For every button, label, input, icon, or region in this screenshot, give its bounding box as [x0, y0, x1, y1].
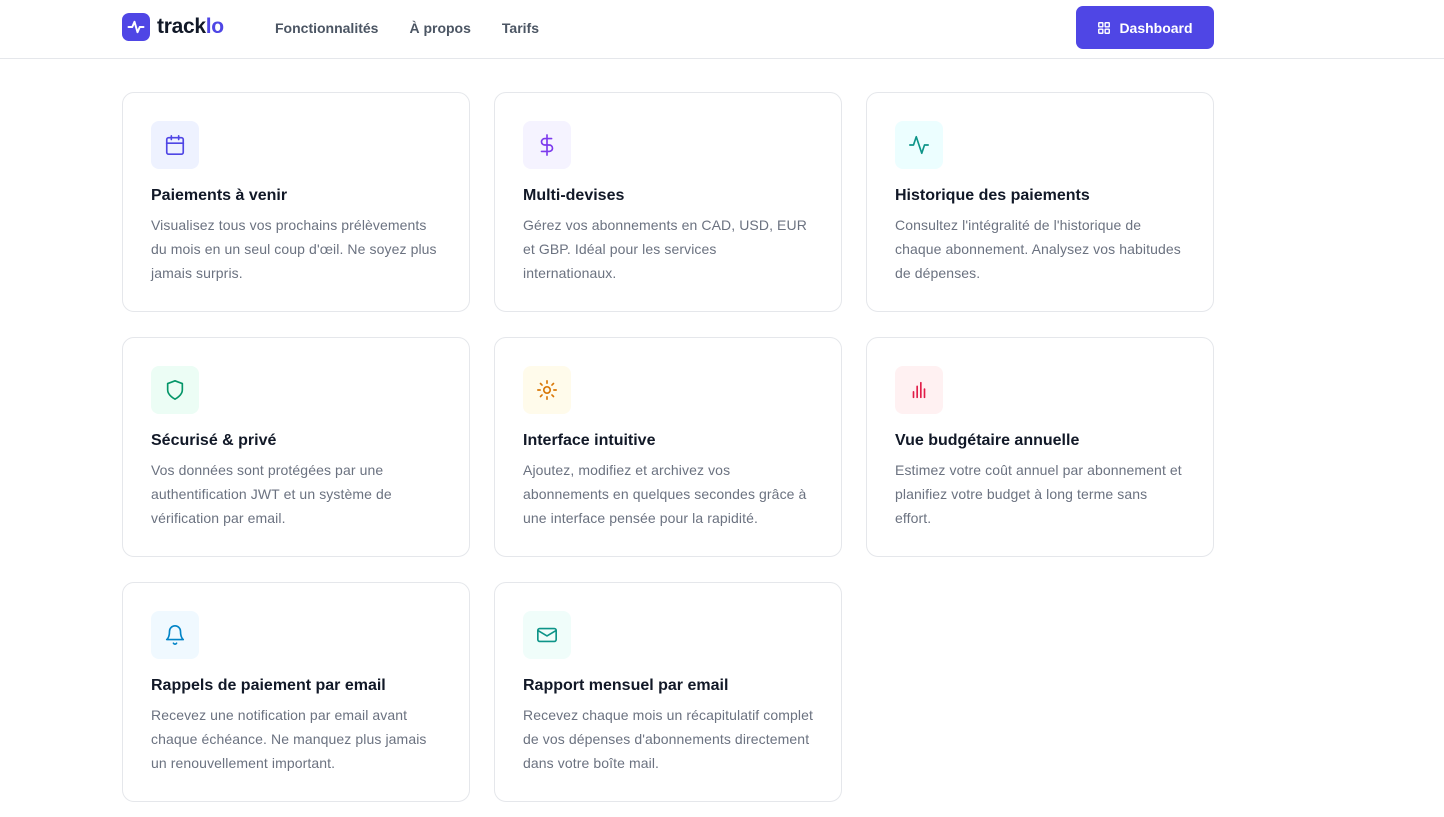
feature-title: Paiements à venir: [151, 187, 288, 204]
nav-links: Fonctionnalités À propos Tarifs: [275, 19, 570, 37]
feature-card-secure: Sécurisé & privé Vos données sont protég…: [122, 337, 470, 557]
sun-icon: [537, 380, 557, 400]
activity-icon: [909, 135, 929, 155]
feature-description: Estimez votre coût annuel par abonnement…: [895, 462, 1182, 526]
brand-name-part-b: lo: [205, 15, 224, 38]
feature-title: Rapport mensuel par email: [523, 677, 729, 694]
feature-icon-box: [895, 366, 943, 414]
dashboard-button[interactable]: Dashboard: [1076, 6, 1214, 49]
feature-title: Sécurisé & privé: [151, 432, 277, 449]
feature-card-annual-budget: Vue budgétaire annuelle Estimez votre co…: [866, 337, 1214, 557]
shield-icon: [166, 380, 184, 400]
feature-icon-box: [895, 121, 943, 169]
grid-icon: [1097, 21, 1111, 35]
feature-icon-box: [523, 611, 571, 659]
feature-description: Ajoutez, modifiez et archivez vos abonne…: [523, 462, 807, 526]
feature-title: Rappels de paiement par email: [151, 677, 386, 694]
feature-title: Interface intuitive: [523, 432, 656, 449]
feature-card-multi-currency: Multi-devises Gérez vos abonnements en C…: [494, 92, 842, 312]
feature-title: Vue budgétaire annuelle: [895, 432, 1080, 449]
brand-logo[interactable]: tracklo: [122, 13, 224, 41]
pulse-icon: [122, 13, 150, 41]
feature-icon-box: [523, 121, 571, 169]
bell-icon: [165, 625, 185, 645]
feature-card-intuitive-interface: Interface intuitive Ajoutez, modifiez et…: [494, 337, 842, 557]
nav-link-features[interactable]: Fonctionnalités: [275, 19, 378, 37]
feature-icon-box: [151, 611, 199, 659]
feature-icon-box: [523, 366, 571, 414]
bar-chart-icon: [912, 381, 926, 399]
feature-description: Recevez chaque mois un récapitulatif com…: [523, 707, 813, 771]
mail-icon: [537, 627, 557, 643]
features-grid: Paiements à venir Visualisez tous vos pr…: [122, 92, 1214, 802]
feature-description: Visualisez tous vos prochains prélèvemen…: [151, 217, 437, 281]
top-navbar: tracklo Fonctionnalités À propos Tarifs …: [0, 0, 1444, 59]
feature-title: Historique des paiements: [895, 187, 1090, 204]
feature-description: Gérez vos abonnements en CAD, USD, EUR e…: [523, 217, 807, 281]
feature-description: Recevez une notification par email avant…: [151, 707, 427, 771]
brand-name: tracklo: [157, 13, 224, 41]
dollar-icon: [540, 134, 554, 156]
calendar-icon: [165, 135, 185, 155]
dashboard-button-label: Dashboard: [1119, 19, 1193, 36]
feature-icon-box: [151, 366, 199, 414]
feature-icon-box: [151, 121, 199, 169]
feature-card-email-reminders: Rappels de paiement par email Recevez un…: [122, 582, 470, 802]
feature-description: Vos données sont protégées par une authe…: [151, 462, 392, 526]
nav-link-pricing[interactable]: Tarifs: [502, 19, 539, 37]
feature-description: Consultez l'intégralité de l'historique …: [895, 217, 1181, 281]
feature-card-upcoming-payments: Paiements à venir Visualisez tous vos pr…: [122, 92, 470, 312]
feature-title: Multi-devises: [523, 187, 625, 204]
brand-name-part-a: track: [157, 15, 206, 38]
nav-link-about[interactable]: À propos: [409, 19, 470, 37]
feature-card-payment-history: Historique des paiements Consultez l'int…: [866, 92, 1214, 312]
feature-card-monthly-report: Rapport mensuel par email Recevez chaque…: [494, 582, 842, 802]
